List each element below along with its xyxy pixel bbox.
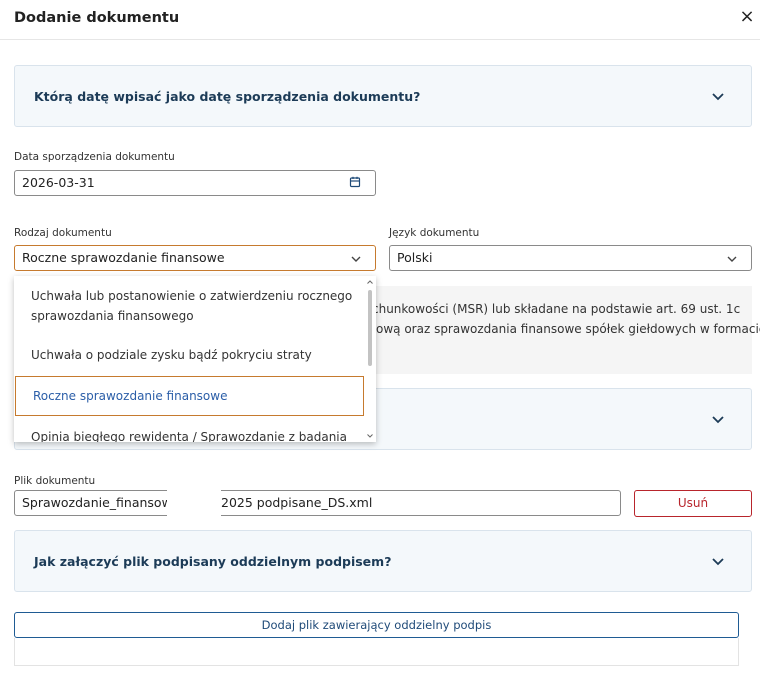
chevron-down-icon [351, 256, 361, 262]
faq-question-date: Którą datę wpisać jako datę sporządzenia… [34, 89, 421, 104]
dropdown-option[interactable]: Uchwała lub postanowienie o zatwierdzeni… [14, 286, 364, 307]
info-text-line: chunkowości (MSR) lub składane na podsta… [372, 302, 741, 316]
dialog-title: Dodanie dokumentu [14, 10, 180, 26]
redaction-box [167, 487, 221, 517]
add-signature-file-button[interactable]: Dodaj plik zawierający oddzielny podpis [14, 612, 739, 638]
scrollbar-thumb[interactable] [368, 290, 372, 366]
doc-type-select[interactable]: Roczne sprawozdanie finansowe [14, 245, 376, 271]
chevron-down-icon [712, 416, 724, 424]
remove-file-button[interactable]: Usuń [634, 490, 752, 517]
dialog-header: Dodanie dokumentu × [0, 0, 760, 40]
info-text-line: ową oraz sprawozdania finansowe spółek g… [376, 322, 760, 336]
date-label: Data sporządzenia dokumentu [14, 151, 175, 163]
faq-accordion-date[interactable]: Którą datę wpisać jako datę sporządzenia… [14, 65, 752, 127]
dropdown-option[interactable]: Opinia biegłego rewidenta / Sprawozdanie… [14, 427, 364, 442]
chevron-down-icon [727, 256, 737, 262]
scroll-down-icon[interactable] [366, 432, 374, 440]
dropdown-option-selected[interactable]: Roczne sprawozdanie finansowe [15, 376, 364, 416]
file-name-end: 2025 podpisane_DS.xml [221, 495, 373, 510]
doc-type-value: Roczne sprawozdanie finansowe [22, 250, 225, 265]
add-document-dialog: Dodanie dokumentu × Którą datę wpisać ja… [0, 0, 760, 700]
dropdown-option[interactable]: Uchwała o podziale zysku bądź pokryciu s… [14, 345, 364, 366]
doc-type-label: Rodzaj dokumentu [14, 227, 112, 239]
language-select[interactable]: Polski [389, 245, 752, 271]
date-input[interactable]: 2026-03-31 [14, 170, 376, 196]
language-label: Język dokumentu [389, 227, 480, 239]
chevron-down-icon [712, 93, 724, 101]
doc-type-dropdown[interactable]: Uchwała lub postanowienie o zatwierdzeni… [14, 276, 376, 442]
file-name-start: Sprawozdanie_finansowe_ [22, 495, 186, 510]
faq-question-signature: Jak załączyć plik podpisany oddzielnym p… [34, 554, 392, 569]
faq-accordion-signature[interactable]: Jak załączyć plik podpisany oddzielnym p… [14, 530, 752, 592]
dropdown-option[interactable]: sprawozdania finansowego [14, 306, 364, 327]
close-icon[interactable]: × [736, 6, 758, 28]
chevron-down-icon [712, 558, 724, 566]
calendar-icon[interactable] [349, 176, 361, 188]
date-value: 2026-03-31 [22, 175, 95, 190]
file-label: Plik dokumentu [14, 475, 96, 487]
language-value: Polski [397, 250, 433, 265]
scroll-up-icon[interactable] [366, 278, 374, 286]
file-name-field: Sprawozdanie_finansowe_ 2025 podpisane_D… [14, 490, 621, 516]
signature-file-area [14, 638, 739, 666]
